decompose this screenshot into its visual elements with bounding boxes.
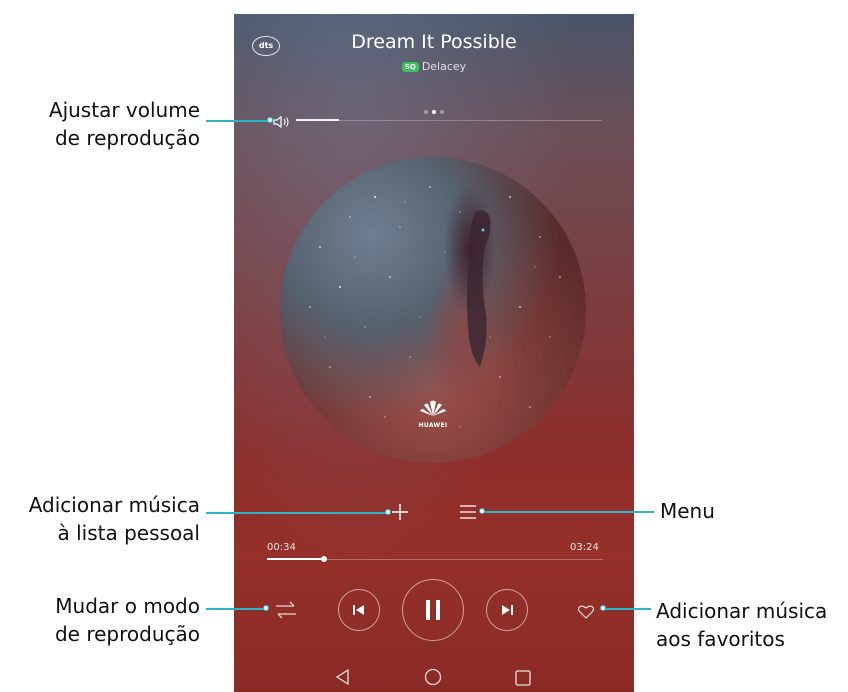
callout-add-line (206, 512, 388, 514)
pause-icon (426, 600, 440, 620)
callout-mode: Mudar o modo de reprodução (0, 592, 200, 648)
elapsed-time: 00:34 (267, 542, 296, 553)
callout-menu: Menu (660, 499, 715, 523)
callout-volume-line (206, 120, 270, 122)
callout-volume-line1: Ajustar volume (48, 98, 200, 122)
callout-volume-line2: de reprodução (54, 126, 200, 150)
heart-icon[interactable] (577, 604, 595, 620)
menu-icon[interactable] (458, 504, 478, 520)
huawei-petal-icon (420, 400, 446, 416)
callout-mode-line1: Mudar o modo (55, 594, 200, 618)
callout-favorite-line2: aos favoritos (656, 627, 785, 651)
page-dot (424, 110, 428, 114)
huawei-logo: HUAWEI (418, 399, 448, 429)
artist-name: Delacey (421, 60, 467, 73)
callout-mode-dot (263, 605, 269, 611)
progress-fill (267, 558, 325, 560)
callout-add-dot (385, 509, 391, 515)
total-duration: 03:24 (570, 542, 599, 553)
sq-quality-badge: SQ (401, 62, 419, 72)
page-indicator (422, 99, 446, 114)
callout-mode-line (206, 608, 266, 610)
callout-volume-dot (267, 117, 273, 123)
page-dot (440, 110, 444, 114)
next-button[interactable] (486, 589, 528, 631)
plus-icon[interactable] (390, 502, 410, 522)
callout-add-line2: à lista pessoal (57, 521, 201, 545)
callout-add-line1: Adicionar música (28, 493, 200, 517)
pause-button[interactable] (402, 579, 464, 641)
music-player-screen: dts Dream It Possible SQ Delacey HUAWEI … (234, 14, 634, 692)
home-circle-icon[interactable] (424, 668, 442, 686)
callout-menu-line (482, 511, 654, 513)
skip-previous-icon (353, 605, 364, 615)
progress-handle[interactable] (321, 556, 328, 562)
skip-next-icon (502, 605, 513, 615)
back-triangle-icon[interactable] (334, 668, 352, 686)
progress-slider[interactable] (267, 556, 603, 562)
system-nav-bar (234, 662, 634, 692)
page-dot-active (432, 110, 436, 114)
shuffle-icon[interactable] (274, 600, 298, 620)
callout-favorite-line1: Adicionar música (656, 599, 828, 623)
album-art: HUAWEI (280, 157, 586, 463)
callout-mode-line2: de reprodução (54, 622, 200, 646)
callout-volume: Ajustar volume de reprodução (0, 96, 200, 152)
callout-favorite-line (603, 608, 651, 610)
callout-menu-dot (479, 508, 485, 514)
huawei-logo-text: HUAWEI (418, 422, 448, 429)
volume-fill (296, 119, 339, 121)
volume-slider[interactable] (296, 119, 602, 121)
previous-button[interactable] (338, 589, 380, 631)
callout-add: Adicionar música à lista pessoal (0, 491, 200, 547)
recent-square-icon[interactable] (514, 669, 532, 687)
callout-favorite: Adicionar música aos favoritos (656, 597, 827, 653)
callout-favorite-dot (600, 605, 606, 611)
speaker-icon[interactable] (272, 114, 294, 130)
artist-row: SQ Delacey (234, 60, 634, 73)
song-title: Dream It Possible (351, 31, 517, 53)
